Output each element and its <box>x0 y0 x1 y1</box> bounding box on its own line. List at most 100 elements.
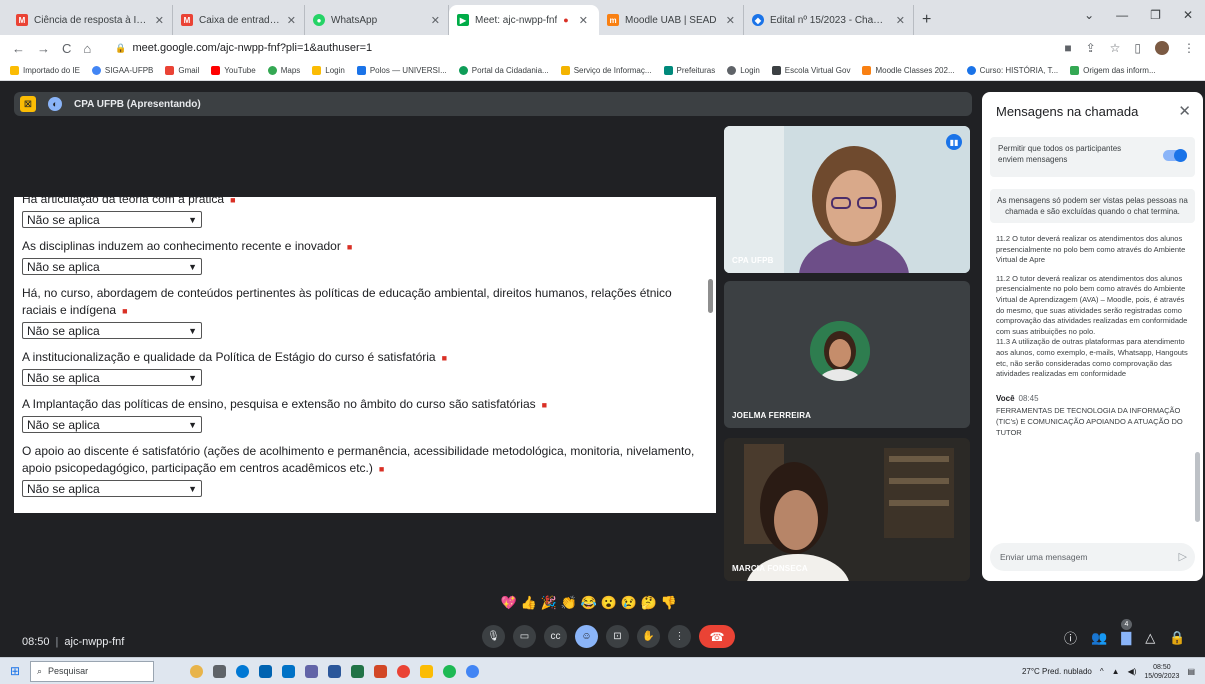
permit-messages-toggle[interactable] <box>1163 149 1187 162</box>
store-icon[interactable] <box>259 664 272 678</box>
bookmark-item[interactable]: SIGAA-UFPB <box>91 66 153 75</box>
url-field[interactable]: 🔒 meet.google.com/ajc-nwpp-fnf?pli=1&aut… <box>115 42 372 54</box>
party-reaction-icon[interactable]: 🎉 <box>541 595 557 610</box>
thinking-reaction-icon[interactable]: 🤔 <box>641 595 657 610</box>
clap-reaction-icon[interactable]: 👏 <box>561 595 577 610</box>
teams-icon[interactable] <box>305 664 318 678</box>
browser-tab[interactable]: ◆ Edital nº 15/2023 - Chamada par ✕ <box>744 5 914 35</box>
microphone-icon[interactable]: 🎙 <box>482 625 505 648</box>
bookmark-item[interactable]: Login <box>727 66 760 75</box>
browser-tab[interactable]: ● WhatsApp ✕ <box>305 5 449 35</box>
weather-widget[interactable]: 27°C Pred. nublado <box>1022 667 1092 676</box>
bookmark-item[interactable]: Serviço de Informaç... <box>560 66 652 75</box>
participant-tile[interactable]: JOELMA FERREIRA <box>724 281 970 428</box>
participant-tile[interactable]: MARCIA FONSECA <box>724 438 970 581</box>
restore-icon[interactable]: ❐ <box>1150 8 1161 22</box>
answer-select[interactable]: Não se aplica ▼ <box>22 369 202 386</box>
back-icon[interactable]: ← <box>12 41 25 56</box>
widgets-icon[interactable] <box>190 664 203 678</box>
participant-tile[interactable]: ▮▮ CPA UFPB <box>724 126 970 273</box>
home-icon[interactable]: ⌂ <box>83 41 91 56</box>
forward-icon[interactable]: → <box>37 41 50 56</box>
share-icon[interactable]: ⇪ <box>1086 41 1096 55</box>
close-tab-icon[interactable]: ✕ <box>579 14 588 27</box>
tab-search-icon[interactable]: ⌄ <box>1084 8 1094 22</box>
form-scrollbar[interactable] <box>708 279 713 313</box>
answer-select[interactable]: Não se aplica ▼ <box>22 480 202 497</box>
stop-presenting-icon[interactable]: ⊠ <box>20 96 36 112</box>
host-controls-icon[interactable]: 🔒 <box>1169 630 1185 646</box>
windows-start-icon[interactable]: ⊞ <box>0 658 30 684</box>
menu-kebab-icon[interactable]: ⋮ <box>1183 41 1195 55</box>
close-chat-icon[interactable]: ✕ <box>1178 102 1191 120</box>
close-tab-icon[interactable]: ✕ <box>431 14 440 27</box>
camera-in-use-icon[interactable]: ■ <box>1064 41 1071 55</box>
minimize-icon[interactable]: — <box>1116 8 1128 22</box>
bookmark-item[interactable]: Origem das inform... <box>1070 66 1156 75</box>
chat-scrollbar[interactable] <box>1195 452 1200 522</box>
bookmark-item[interactable]: Portal da Cidadania... <box>458 66 549 75</box>
emoji-reactions-icon[interactable]: ☺ <box>575 625 598 648</box>
tray-overflow-icon[interactable]: ^ <box>1100 667 1104 676</box>
present-screen-icon[interactable]: ⊡ <box>606 625 629 648</box>
heart-reaction-icon[interactable]: 💖 <box>501 595 517 610</box>
browser-tab[interactable]: M Caixa de entrada (43) - marcia.fo ✕ <box>173 5 305 35</box>
bookmark-item[interactable]: Importado do IE <box>10 66 80 75</box>
profile-avatar[interactable] <box>1155 41 1169 55</box>
close-tab-icon[interactable]: ✕ <box>155 14 164 27</box>
notifications-icon[interactable]: ▤ <box>1187 667 1195 676</box>
chat-icon[interactable]: ▇ <box>1121 630 1131 646</box>
powerpoint-icon[interactable] <box>374 664 387 678</box>
volume-icon[interactable]: ◀) <box>1128 667 1137 676</box>
bookmark-item[interactable]: Maps <box>267 66 300 75</box>
taskbar-search[interactable]: ⌕ Pesquisar <box>30 660 154 682</box>
laugh-reaction-icon[interactable]: 😂 <box>581 595 597 610</box>
surprised-reaction-icon[interactable]: 😮 <box>601 595 617 610</box>
camera-icon[interactable]: ▭ <box>513 625 536 648</box>
close-tab-icon[interactable]: ✕ <box>287 14 296 27</box>
answer-select[interactable]: Não se aplica ▼ <box>22 416 202 433</box>
bookmark-star-icon[interactable]: ☆ <box>1110 41 1121 55</box>
browser-tab[interactable]: M Ciência de resposta à Interpelaçã ✕ <box>8 5 173 35</box>
bookmark-item[interactable]: Gmail <box>165 66 199 75</box>
chrome-profile-icon[interactable] <box>466 664 479 678</box>
bookmark-item[interactable]: Login <box>312 66 345 75</box>
more-options-icon[interactable]: ⋮ <box>668 625 691 648</box>
close-window-icon[interactable]: ✕ <box>1183 8 1193 22</box>
bookmark-item[interactable]: Polos — UNIVERSI... <box>356 66 447 75</box>
thumbs-down-reaction-icon[interactable]: 👎 <box>661 595 677 610</box>
close-tab-icon[interactable]: ✕ <box>896 14 905 27</box>
task-view-icon[interactable] <box>213 664 226 678</box>
answer-select[interactable]: Não se aplica ▼ <box>22 211 202 228</box>
file-explorer-icon[interactable] <box>420 664 433 678</box>
reload-icon[interactable]: C <box>62 41 71 56</box>
bookmark-item[interactable]: Escola Virtual Gov <box>771 66 850 75</box>
new-tab-button[interactable]: + <box>914 5 939 35</box>
browser-tab-active[interactable]: ▶ Meet: ajc-nwpp-fnf ● ✕ <box>449 5 599 35</box>
thumbs-up-reaction-icon[interactable]: 👍 <box>521 595 537 610</box>
people-icon[interactable]: 👥 <box>1091 630 1107 646</box>
chrome-icon[interactable] <box>397 664 410 678</box>
taskbar-clock[interactable]: 08:50 15/09/2023 <box>1144 663 1179 681</box>
mail-icon[interactable] <box>282 664 295 678</box>
edge-icon[interactable] <box>236 664 249 678</box>
side-panel-icon[interactable]: ▯ <box>1134 41 1141 55</box>
sad-reaction-icon[interactable]: 😢 <box>621 595 637 610</box>
answer-select[interactable]: Não se aplica ▼ <box>22 258 202 275</box>
bookmark-item[interactable]: Curso: HISTÓRIA, T... <box>966 66 1058 75</box>
captions-icon[interactable]: cc <box>544 625 567 648</box>
activities-icon[interactable]: △ <box>1145 630 1155 646</box>
send-icon[interactable]: ▷ <box>1179 550 1187 563</box>
spotify-icon[interactable] <box>443 664 456 678</box>
bookmark-item[interactable]: Moodle Classes 202... <box>862 66 955 75</box>
bookmark-item[interactable]: Prefeituras <box>663 66 715 75</box>
meeting-details-icon[interactable]: ⓘ <box>1064 628 1077 647</box>
excel-icon[interactable] <box>351 664 364 678</box>
bookmark-item[interactable]: YouTube <box>211 66 256 75</box>
chat-input[interactable]: Enviar uma mensagem ▷ <box>990 543 1195 571</box>
end-call-button[interactable]: ☎ <box>699 625 735 648</box>
raise-hand-icon[interactable]: ✋ <box>637 625 660 648</box>
word-icon[interactable] <box>328 664 341 678</box>
close-tab-icon[interactable]: ✕ <box>726 14 735 27</box>
answer-select[interactable]: Não se aplica ▼ <box>22 322 202 339</box>
